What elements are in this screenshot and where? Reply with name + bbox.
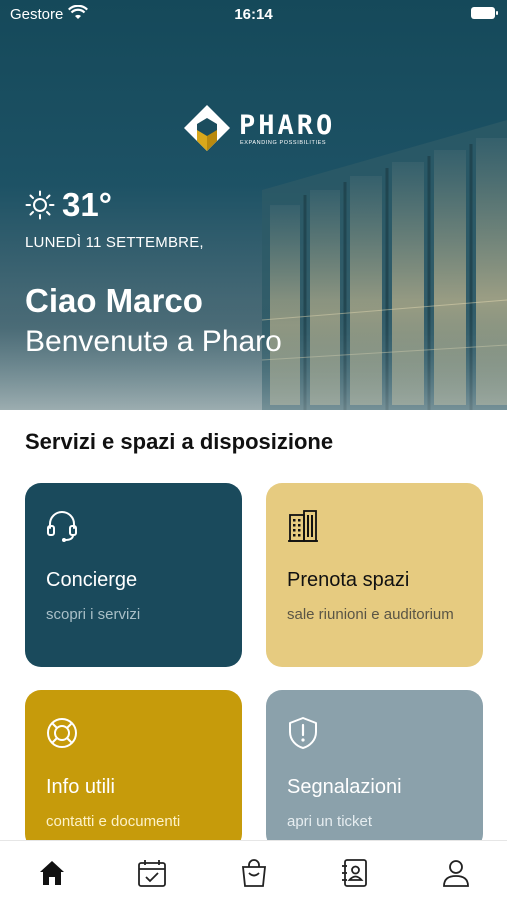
prenota-spazi-title: Prenota spazi	[287, 569, 410, 591]
current-date: LUNEDÌ 11 SETTEMBRE,	[25, 234, 204, 251]
prenota-spazi-subtitle: sale riunioni e auditorium	[287, 606, 454, 623]
user-icon	[443, 860, 469, 887]
status-bar: Gestore 16:14	[0, 0, 507, 30]
battery-icon	[471, 7, 498, 19]
tab-home[interactable]	[36, 857, 68, 889]
sun-icon	[25, 190, 55, 220]
home-icon	[40, 861, 64, 885]
segnalazioni-title: Segnalazioni	[287, 776, 402, 798]
concierge-tile[interactable]: Concierge scopri i servizi	[25, 483, 242, 667]
headset-icon	[47, 511, 77, 542]
tab-bookings[interactable]	[136, 857, 168, 889]
welcome-subtitle: Benvenutə a Pharo	[25, 325, 282, 358]
greeting-title: Ciao Marco	[25, 282, 203, 319]
tab-contacts[interactable]	[339, 857, 371, 889]
shopping-bag-icon	[242, 859, 266, 887]
segnalazioni-subtitle: apri un ticket	[287, 813, 373, 830]
temperature: 31°	[62, 186, 112, 223]
section-title: Servizi e spazi a disposizione	[25, 429, 334, 454]
status-time: 16:14	[234, 6, 273, 23]
brand-tagline: EXPANDING POSSIBILITIES	[240, 140, 327, 146]
info-utili-tile[interactable]: Info utili contatti e documenti	[25, 690, 242, 850]
info-utili-title: Info utili	[46, 776, 115, 798]
concierge-subtitle: scopri i servizi	[46, 606, 141, 623]
info-utili-subtitle: contatti e documenti	[46, 813, 181, 830]
hero-banner: Gestore 16:14 PHARO EXPANDING POSSIBILIT…	[0, 0, 507, 410]
contacts-book-icon	[342, 859, 367, 887]
building-icon	[288, 510, 318, 542]
pharo-logo-mark	[184, 105, 230, 151]
segnalazioni-tile[interactable]: Segnalazioni apri un ticket	[266, 690, 483, 850]
calendar-check-icon	[138, 860, 166, 887]
shield-alert-icon	[289, 717, 317, 749]
concierge-title: Concierge	[46, 569, 138, 591]
pharo-logo: PHARO EXPANDING POSSIBILITIES	[183, 104, 333, 152]
brand-name: PHARO	[239, 110, 336, 141]
prenota-spazi-tile[interactable]: Prenota spazi sale riunioni e auditorium	[266, 483, 483, 667]
tab-shop[interactable]	[238, 857, 270, 889]
tab-profile[interactable]	[440, 857, 472, 889]
bottom-tab-bar	[0, 840, 507, 900]
lifebuoy-icon	[47, 718, 77, 748]
